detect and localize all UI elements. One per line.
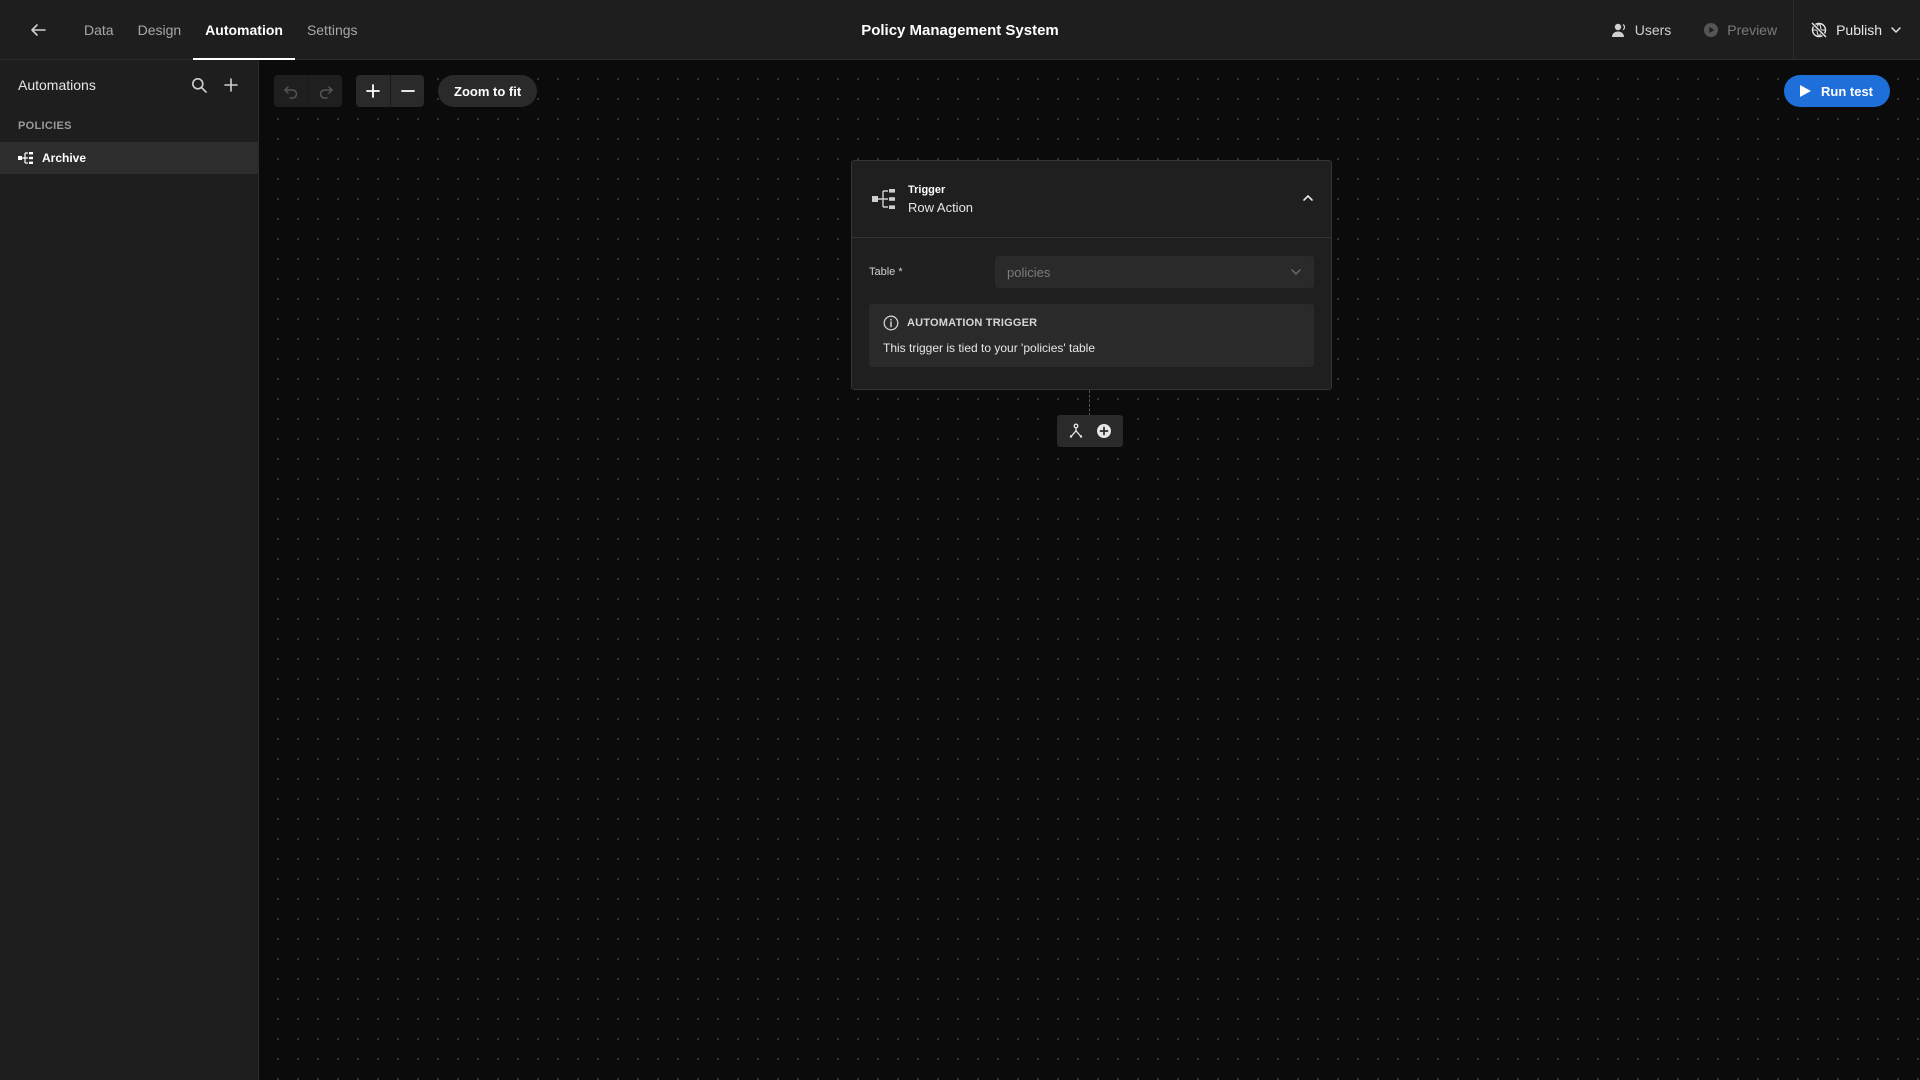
add-step-button[interactable] [1095, 422, 1113, 440]
sidebar-header: Automations [0, 60, 258, 110]
add-circle-icon [1097, 424, 1111, 438]
user-icon [1611, 23, 1625, 37]
automation-canvas[interactable]: Zoom to fit Run test Trigger Row Action [260, 61, 1920, 1080]
search-button[interactable] [190, 76, 208, 94]
back-arrow-icon [31, 23, 46, 36]
table-field-label: Table * [869, 266, 903, 278]
zoom-to-fit-button[interactable]: Zoom to fit [438, 75, 538, 107]
automation-icon [18, 152, 33, 164]
history-controls [274, 75, 342, 107]
top-bar: Data Design Automation Settings Policy M… [0, 0, 1920, 60]
chevron-down-icon [1291, 269, 1301, 275]
trigger-kicker: Trigger [908, 183, 946, 196]
users-button[interactable]: Users [1595, 0, 1688, 60]
redo-icon [319, 86, 333, 99]
play-icon [1800, 85, 1811, 97]
branch-icon [1069, 423, 1083, 438]
zoom-out-icon [400, 90, 415, 92]
trigger-title: Row Action [908, 199, 974, 215]
undo-icon [283, 86, 298, 99]
collapse-button[interactable] [1301, 191, 1315, 210]
plus-icon [224, 78, 238, 92]
add-automation-button[interactable] [222, 76, 240, 94]
automation-icon [872, 189, 895, 209]
users-label: Users [1634, 22, 1672, 38]
tab-data[interactable]: Data [72, 0, 126, 60]
canvas-toolbar: Zoom to fit [274, 75, 538, 107]
add-step-controls [1057, 415, 1123, 447]
chevron-up-icon [1303, 194, 1313, 201]
info-title: AUTOMATION TRIGGER [907, 317, 1038, 329]
publish-icon [1811, 21, 1828, 39]
preview-button[interactable]: Preview [1687, 0, 1793, 60]
chevron-down-icon [1891, 27, 1901, 34]
sidebar-title: Automations [18, 77, 96, 93]
redo-button[interactable] [308, 75, 342, 107]
zoom-out-button[interactable] [390, 75, 424, 107]
publish-label: Publish [1836, 22, 1882, 38]
zoom-in-icon [366, 84, 380, 98]
info-body: This trigger is tied to your 'policies' … [883, 341, 1096, 355]
zoom-in-button[interactable] [356, 75, 390, 107]
tab-automation[interactable]: Automation [193, 0, 295, 60]
tab-design[interactable]: Design [126, 0, 194, 60]
flow-connector [1089, 390, 1090, 416]
play-circle-icon [1704, 23, 1719, 37]
sidebar-item-label: Archive [42, 151, 87, 165]
back-button[interactable] [18, 10, 58, 50]
search-icon [192, 78, 207, 93]
add-branch-button[interactable] [1067, 422, 1085, 440]
table-select[interactable]: policies [995, 256, 1314, 288]
table-field-row: Table * policies [852, 238, 1331, 288]
info-icon [883, 315, 899, 331]
top-right-actions: Users Preview Publish [1595, 0, 1920, 60]
sidebar-item-archive[interactable]: Archive [0, 142, 258, 174]
zoom-controls [356, 75, 424, 107]
table-select-value: policies [1007, 264, 1051, 280]
main-nav: Data Design Automation Settings [72, 0, 370, 60]
publish-button[interactable]: Publish [1793, 0, 1920, 60]
automation-trigger-info: AUTOMATION TRIGGER This trigger is tied … [869, 304, 1314, 367]
tab-settings[interactable]: Settings [295, 0, 370, 60]
preview-label: Preview [1727, 22, 1778, 38]
run-test-button[interactable]: Run test [1784, 75, 1890, 107]
sidebar: Automations POLICIES Archive [0, 60, 259, 1080]
section-label-policies: POLICIES [18, 120, 72, 132]
undo-button[interactable] [274, 75, 308, 107]
trigger-card[interactable]: Trigger Row Action Table * policies AUTO… [851, 160, 1332, 390]
run-test-label: Run test [1821, 83, 1873, 99]
trigger-card-header[interactable]: Trigger Row Action [852, 161, 1331, 238]
